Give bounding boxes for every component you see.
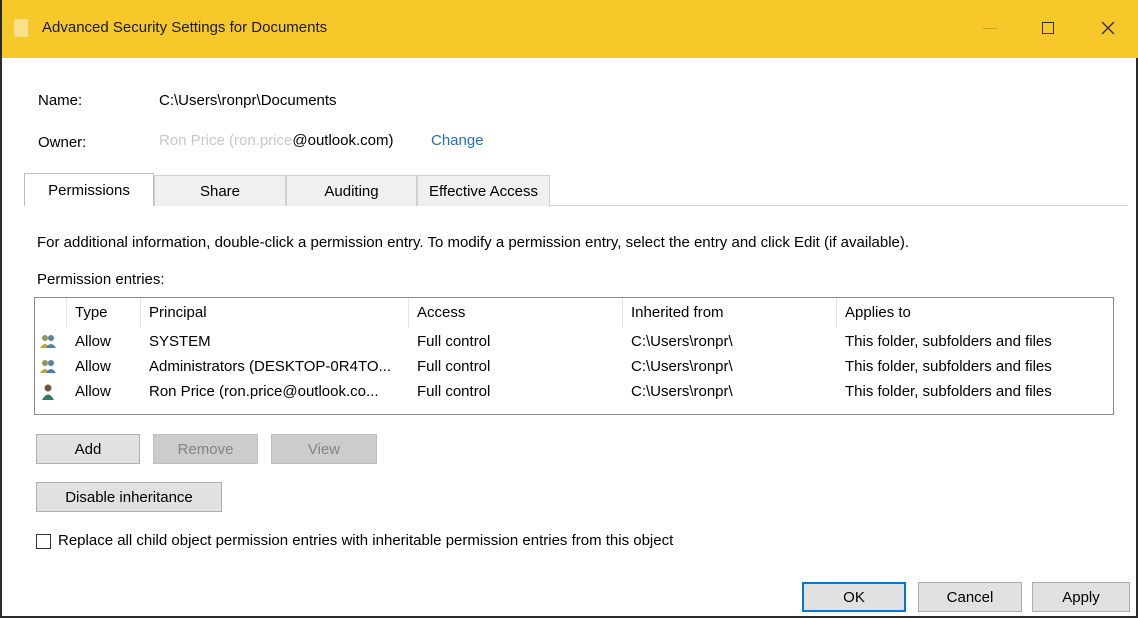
close-button[interactable] xyxy=(1086,10,1130,46)
permission-entries-label: Permission entries: xyxy=(37,271,165,288)
row-type: Allow xyxy=(75,333,111,350)
info-text: For additional information, double-click… xyxy=(37,234,910,251)
row-inherited-from: C:\Users\ronpr\ xyxy=(631,333,733,350)
column-header-inherited-from[interactable]: Inherited from xyxy=(623,298,837,328)
view-button[interactable]: View xyxy=(271,434,377,464)
name-value: C:\Users\ronpr\Documents xyxy=(159,92,337,109)
table-row[interactable]: Allow SYSTEM Full control C:\Users\ronpr… xyxy=(35,329,1113,354)
group-users-icon xyxy=(40,360,56,373)
column-icon xyxy=(35,298,67,328)
disable-inheritance-button[interactable]: Disable inheritance xyxy=(36,482,222,512)
replace-child-permissions-label[interactable]: Replace all child object permission entr… xyxy=(58,532,673,549)
row-inherited-from: C:\Users\ronpr\ xyxy=(631,358,733,375)
tab-permissions[interactable]: Permissions xyxy=(24,173,154,206)
folder-icon xyxy=(14,19,28,37)
maximize-button[interactable] xyxy=(1026,10,1070,46)
column-header-applies-to[interactable]: Applies to xyxy=(837,298,1113,328)
tab-share[interactable]: Share xyxy=(154,175,286,206)
owner-value-redacted: Ron Price (ron.price xyxy=(159,132,293,149)
row-inherited-from: C:\Users\ronpr\ xyxy=(631,383,733,400)
apply-button[interactable]: Apply xyxy=(1032,582,1130,612)
change-owner-link[interactable]: Change xyxy=(431,132,484,149)
row-principal: SYSTEM xyxy=(149,333,211,350)
ok-button[interactable]: OK xyxy=(802,582,906,612)
row-type: Allow xyxy=(75,383,111,400)
row-type: Allow xyxy=(75,358,111,375)
title-bar[interactable]: Advanced Security Settings for Documents xyxy=(2,0,1138,58)
add-button[interactable]: Add xyxy=(36,434,140,464)
table-row[interactable]: Allow Administrators (DESKTOP-0R4TO... F… xyxy=(35,354,1113,379)
maximize-icon xyxy=(1042,22,1054,34)
tab-effective-access[interactable]: Effective Access xyxy=(417,175,550,206)
minimize-button[interactable] xyxy=(968,10,1012,46)
row-applies-to: This folder, subfolders and files xyxy=(845,358,1052,375)
column-header-access[interactable]: Access xyxy=(409,298,623,328)
tab-auditing[interactable]: Auditing xyxy=(286,175,417,206)
owner-value: Ron Price (ron.price@outlook.com) xyxy=(159,132,394,149)
minimize-icon xyxy=(983,27,997,29)
user-icon xyxy=(42,384,54,400)
row-principal: Ron Price (ron.price@outlook.co... xyxy=(149,383,379,400)
column-header-principal[interactable]: Principal xyxy=(141,298,409,328)
table-row[interactable]: Allow Ron Price (ron.price@outlook.co...… xyxy=(35,379,1113,404)
close-icon xyxy=(1101,21,1115,35)
row-applies-to: This folder, subfolders and files xyxy=(845,383,1052,400)
column-header-type[interactable]: Type xyxy=(67,298,141,328)
advanced-security-dialog: Advanced Security Settings for Documents… xyxy=(0,0,1138,618)
row-principal: Administrators (DESKTOP-0R4TO... xyxy=(149,358,392,375)
replace-child-permissions-checkbox[interactable] xyxy=(36,534,51,549)
cancel-button[interactable]: Cancel xyxy=(918,582,1022,612)
list-header: Type Principal Access Inherited from App… xyxy=(35,298,1113,328)
remove-button[interactable]: Remove xyxy=(153,434,258,464)
group-users-icon xyxy=(40,335,56,348)
owner-value-domain: @outlook.com) xyxy=(292,132,394,149)
owner-label: Owner: xyxy=(38,134,87,151)
row-access: Full control xyxy=(417,333,491,350)
permission-entries-list[interactable]: Type Principal Access Inherited from App… xyxy=(34,297,1114,415)
name-label: Name: xyxy=(38,92,83,109)
row-access: Full control xyxy=(417,383,491,400)
row-applies-to: This folder, subfolders and files xyxy=(845,333,1052,350)
row-access: Full control xyxy=(417,358,491,375)
window-title: Advanced Security Settings for Documents xyxy=(42,19,328,36)
